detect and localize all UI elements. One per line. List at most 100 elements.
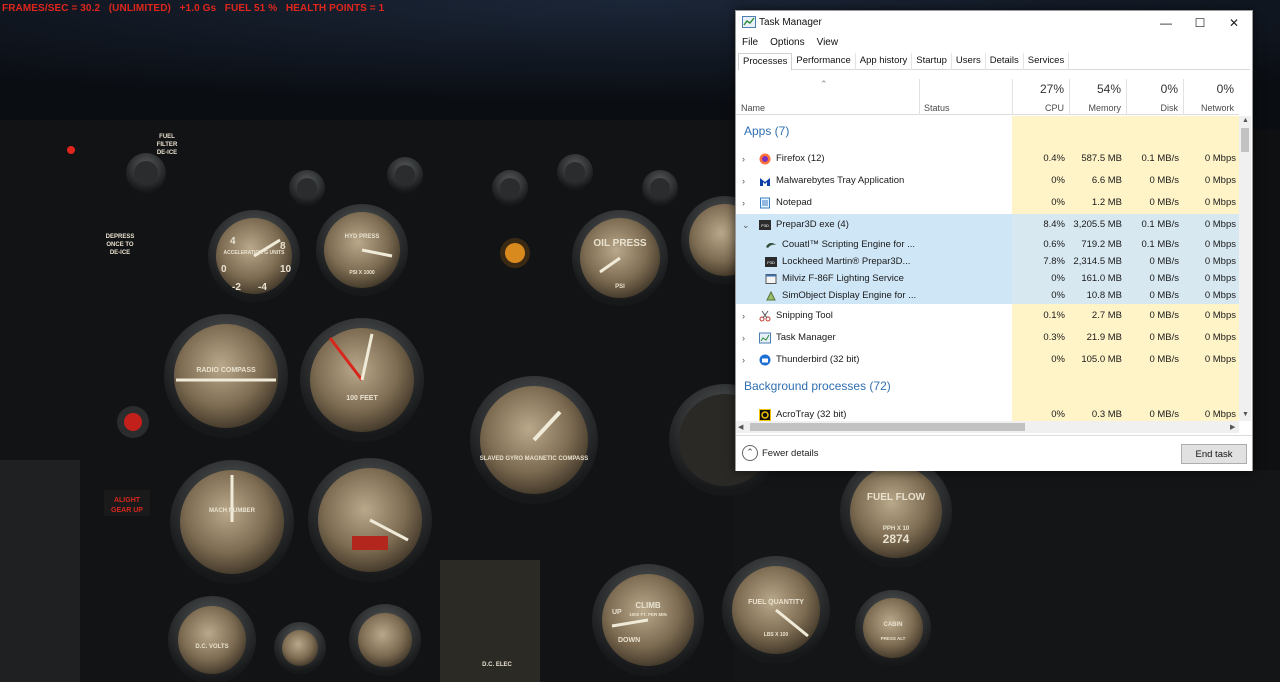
malwarebytes-icon	[760, 178, 770, 186]
column-memory[interactable]: 54% Memory	[1069, 79, 1126, 115]
svg-text:-4: -4	[258, 282, 267, 293]
svg-text:DE-ICE: DE-ICE	[110, 250, 130, 256]
group-apps: Apps (7)	[744, 124, 790, 138]
vertical-scrollbar[interactable]: ▲ ▼	[1239, 116, 1251, 421]
dcvolts-label: D.C. VOLTS	[195, 644, 228, 650]
column-status[interactable]: Status	[919, 79, 1012, 115]
service-window-icon	[765, 274, 777, 284]
title-bar[interactable]: Task Manager — ☐ ✕	[736, 11, 1252, 34]
menu-options[interactable]: Options	[764, 35, 810, 51]
fewer-details-link[interactable]: Fewer details	[762, 448, 819, 459]
table-row[interactable]: › Firefox (12) 0.4% 587.5 MB 0.1 MB/s 0 …	[736, 148, 1239, 170]
scroll-left-icon[interactable]: ◀	[738, 423, 743, 431]
table-row-child[interactable]: SimObject Display Engine for ... 0% 10.8…	[736, 287, 1239, 304]
tab-performance[interactable]: Performance	[792, 53, 856, 70]
expand-chevron-icon[interactable]: ›	[742, 305, 745, 327]
column-disk[interactable]: 0% Disk	[1126, 79, 1183, 115]
horizontal-scrollbar[interactable]: ◀ ▶	[736, 421, 1239, 433]
svg-text:ALIGHT: ALIGHT	[114, 497, 141, 504]
accel-label: ACCELERATION G UNITS	[223, 250, 285, 256]
radio-label: RADIO COMPASS	[196, 367, 256, 374]
svg-text:GEAR UP: GEAR UP	[111, 507, 143, 514]
tab-strip: Processes Performance App history Startu…	[738, 53, 1250, 71]
maximize-button[interactable]: ☐	[1183, 11, 1217, 34]
gauge-fuel-flow: FUEL FLOW PPH X 10 2874	[840, 456, 952, 568]
menu-view[interactable]: View	[811, 35, 845, 51]
sim-hud-readout: FRAMES/SEC = 30.2 (UNLIMITED) +1.0 Gs FU…	[2, 3, 385, 14]
table-row[interactable]: › Notepad 0% 1.2 MB 0 MB/s 0 Mbps	[736, 192, 1239, 214]
close-button[interactable]: ✕	[1217, 11, 1251, 34]
svg-text:DE-ICE: DE-ICE	[157, 150, 177, 156]
gyro-label: SLAVED GYRO MAGNETIC COMPASS	[480, 456, 588, 462]
scroll-down-icon[interactable]: ▼	[1242, 411, 1249, 418]
task-manager-app-icon	[742, 16, 756, 28]
table-row[interactable]: › Task Manager 0.3% 21.9 MB 0 MB/s 0 Mbp…	[736, 327, 1239, 349]
tab-app-history[interactable]: App history	[856, 53, 913, 70]
expand-chevron-icon[interactable]: ›	[742, 170, 745, 192]
table-row-selected[interactable]: ⌄ P3D Prepar3D exe (4) 8.4% 3,205.5 MB 0…	[736, 214, 1239, 236]
expand-chevron-icon[interactable]: ›	[742, 327, 745, 349]
table-row-child[interactable]: Couatl™ Scripting Engine for ... 0.6% 71…	[736, 236, 1239, 253]
dcelec-label: D.C. ELEC	[482, 662, 512, 668]
expand-chevron-icon[interactable]: ›	[742, 192, 745, 214]
gauge-oil-press: OIL PRESS PSI	[572, 210, 668, 306]
table-row[interactable]: › Malwarebytes Tray Application 0% 6.6 M…	[736, 170, 1239, 192]
gauge-accelerometer: 48 0 10 -2 -4 ACCELERATION G UNITS	[208, 210, 300, 302]
alt-label: 100 FEET	[346, 395, 378, 402]
fuelflow-counter: 2874	[883, 532, 910, 546]
group-background-processes: Background processes (72)	[744, 379, 891, 393]
gauge-radio-compass: RADIO COMPASS	[164, 314, 288, 438]
network-total: 0%	[1216, 82, 1234, 96]
menu-file[interactable]: File	[736, 35, 764, 51]
simobject-icon	[766, 290, 776, 301]
tab-services[interactable]: Services	[1024, 53, 1070, 70]
scroll-right-icon[interactable]: ▶	[1230, 423, 1235, 431]
column-name[interactable]: Name	[736, 79, 919, 115]
expand-chevron-icon[interactable]: ›	[742, 349, 745, 371]
mach-label: MACH NUMBER	[209, 508, 256, 514]
table-row[interactable]: AcroTray (32 bit) 0% 0.3 MB 0 MB/s 0 Mbp…	[736, 404, 1239, 421]
window-title: Task Manager	[759, 17, 822, 28]
oil-unit: PSI	[615, 284, 625, 290]
climb-down-label: DOWN	[618, 637, 640, 644]
footer-bar: ⌃ Fewer details End task	[736, 435, 1252, 471]
horizontal-scroll-thumb[interactable]	[750, 423, 1025, 431]
svg-text:0: 0	[221, 264, 227, 275]
cabin-label: CABIN	[884, 622, 903, 628]
notepad-icon	[760, 197, 770, 209]
cpu-total: 27%	[1039, 82, 1064, 96]
column-header: ⌃ Name Status 27% CPU 54% Memory 0% Disk…	[736, 79, 1239, 115]
cabin-unit: PRESS ALT	[881, 636, 906, 641]
gauge-altimeter: 100 FEET	[300, 318, 424, 442]
tab-users[interactable]: Users	[952, 53, 986, 70]
prepar3d-icon: P3D	[765, 257, 777, 267]
tab-details[interactable]: Details	[986, 53, 1024, 70]
tab-startup[interactable]: Startup	[912, 53, 952, 70]
table-row[interactable]: › Thunderbird (32 bit) 0% 105.0 MB 0 MB/…	[736, 349, 1239, 371]
gauge-fuel-quantity: FUEL QUANTITY LBS X 100	[722, 556, 830, 664]
vertical-scroll-thumb[interactable]	[1241, 128, 1249, 152]
tab-processes[interactable]: Processes	[738, 53, 793, 71]
scissors-icon	[759, 310, 771, 322]
fuelqty-unit: LBS X 100	[764, 632, 789, 638]
svg-text:10: 10	[280, 264, 292, 275]
table-row-child[interactable]: Milviz F-86F Lighting Service 0% 161.0 M…	[736, 270, 1239, 287]
oil-label: OIL PRESS	[593, 238, 646, 249]
hyd-label: HYD PRESS	[345, 234, 380, 240]
table-row-child[interactable]: P3D Lockheed Martin® Prepar3D... 7.8% 2,…	[736, 253, 1239, 270]
scroll-up-icon[interactable]: ▲	[1242, 117, 1249, 124]
gauge-mach: MACH NUMBER	[170, 460, 294, 584]
column-cpu[interactable]: 27% CPU	[1012, 79, 1069, 115]
column-network[interactable]: 0% Network	[1183, 79, 1239, 115]
end-task-button[interactable]: End task	[1181, 444, 1247, 464]
collapse-chevron-icon[interactable]: ⌄	[742, 214, 750, 236]
gauge-adi	[308, 458, 432, 582]
svg-text:FUEL: FUEL	[159, 134, 175, 140]
memory-total: 54%	[1096, 82, 1121, 96]
svg-text:DEPRESS: DEPRESS	[106, 234, 135, 240]
task-manager-window[interactable]: Task Manager — ☐ ✕ File Options View Pro…	[735, 10, 1253, 471]
expand-chevron-icon[interactable]: ›	[742, 148, 745, 170]
minimize-button[interactable]: —	[1149, 11, 1183, 34]
table-row[interactable]: › Snipping Tool 0.1% 2.7 MB 0 MB/s 0 Mbp…	[736, 305, 1239, 327]
chevron-up-circle-icon[interactable]: ⌃	[742, 445, 758, 461]
